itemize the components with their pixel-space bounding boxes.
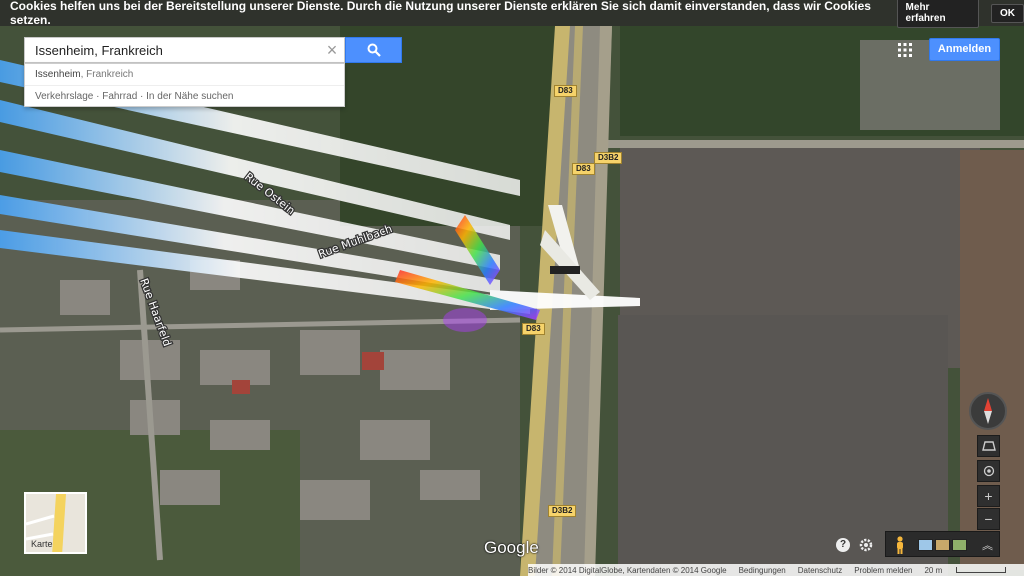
google-logo: Google xyxy=(484,538,539,557)
report-problem-link[interactable]: Problem melden xyxy=(854,566,912,575)
scale-label: 20 m xyxy=(924,565,943,575)
route-shield: D3B2 xyxy=(548,505,577,517)
route-shield: D3B2 xyxy=(594,152,623,164)
route-shield: D83 xyxy=(554,85,577,97)
map-type-minimap[interactable]: Karte xyxy=(24,492,87,554)
pegman-icon[interactable] xyxy=(894,536,906,554)
compass-icon[interactable] xyxy=(969,392,1007,430)
help-icon[interactable]: ? xyxy=(836,538,850,552)
close-icon[interactable]: × xyxy=(320,38,344,62)
zoom-in-button[interactable]: + xyxy=(977,485,1000,507)
route-shield: D83 xyxy=(522,323,545,335)
gear-icon[interactable] xyxy=(858,537,874,553)
cookie-notice-bar: Cookies helfen uns bei der Bereitstellun… xyxy=(0,0,1024,28)
minimap-label: Karte xyxy=(31,539,53,549)
route-shield: D83 xyxy=(572,163,595,175)
cookie-ok-button[interactable]: OK xyxy=(991,3,1024,23)
search-input[interactable] xyxy=(25,38,320,62)
search-icon xyxy=(367,43,381,57)
scale-indicator[interactable]: 20 m xyxy=(924,566,1018,575)
learn-more-button[interactable]: Mehr erfahren xyxy=(896,0,979,28)
imagery-attribution: Bilder © 2014 DigitalGlobe, Kartendaten … xyxy=(528,565,727,575)
photos-thumbnail[interactable] xyxy=(918,539,933,551)
photos-thumbnail[interactable] xyxy=(952,539,967,551)
scale-bar xyxy=(956,567,1007,574)
cookie-notice-text: Cookies helfen uns bei der Bereitstellun… xyxy=(10,0,871,27)
search-box: × xyxy=(24,37,345,63)
location-glyph xyxy=(983,465,994,477)
layers-panel: ︽ xyxy=(885,531,1000,557)
photos-thumbnail[interactable] xyxy=(935,539,950,551)
compass-needle xyxy=(984,398,992,424)
chevron-up-icon[interactable]: ︽ xyxy=(982,537,993,553)
privacy-link[interactable]: Datenschutz xyxy=(798,566,842,575)
suggestion-item[interactable]: Issenheim, Frankreich xyxy=(25,64,344,85)
suggestion-options[interactable]: Verkehrslage · Fahrrad · In der Nähe suc… xyxy=(25,85,344,106)
apps-grid-icon[interactable] xyxy=(897,42,913,58)
terms-link[interactable]: Bedingungen xyxy=(739,566,786,575)
sign-in-button[interactable]: Anmelden xyxy=(929,38,1000,61)
my-location-icon[interactable] xyxy=(977,460,1000,482)
zoom-out-button[interactable]: − xyxy=(977,508,1000,530)
search-button[interactable] xyxy=(345,37,402,63)
search-suggestions: Issenheim, Frankreich Verkehrslage · Fah… xyxy=(24,63,345,107)
map-footer: Bilder © 2014 DigitalGlobe, Kartendaten … xyxy=(528,564,1024,576)
tilt-icon[interactable] xyxy=(977,435,1000,457)
tilt-glyph xyxy=(981,441,996,451)
